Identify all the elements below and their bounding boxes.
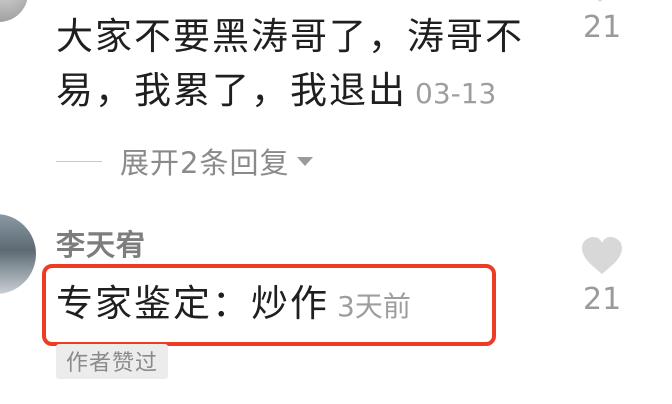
avatar[interactable] [0,214,36,294]
comment-username[interactable]: 李天宥 [56,222,146,264]
heart-icon[interactable] [580,236,624,276]
comment-time: 3天前 [337,290,411,323]
divider [56,160,102,162]
heart-icon[interactable] [578,0,622,6]
author-liked-badge: 作者赞过 [56,344,169,379]
expand-replies-button[interactable]: 展开2条回复 [56,138,314,184]
expand-replies-label: 展开2条回复 [120,146,290,180]
comment-time: 03-13 [415,77,497,110]
like-count: 21 [583,10,622,45]
like-count: 21 [583,282,622,317]
chevron-down-icon [297,156,314,166]
comment-text: 大家不要黑涛哥了，涛哥不易，我累了，我退出 03-13 [56,10,556,121]
comment-body: 专家鉴定：炒作 [56,282,329,325]
comment-text: 专家鉴定：炒作 3天前 [56,277,411,334]
avatar[interactable] [0,0,28,22]
